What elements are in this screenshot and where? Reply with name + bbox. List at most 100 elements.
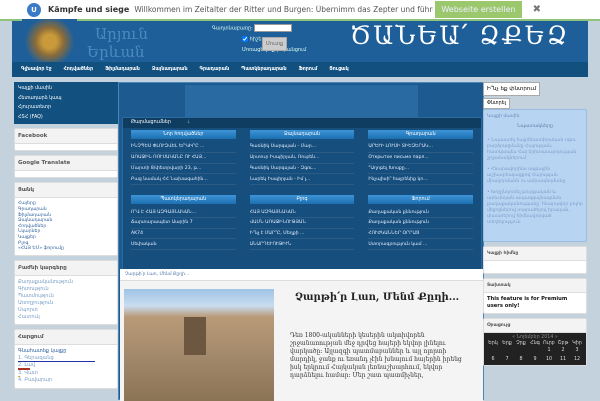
calendar-day[interactable]: 7 <box>500 357 514 362</box>
nav-item[interactable]: Ձայնադարան <box>152 67 188 72</box>
main-nav: Գլխավոր էջ Հոդվածներ Ֆիլմադարան Ձայնադարան Գ… <box>12 62 588 77</box>
banner-area <box>185 85 418 117</box>
update-link[interactable]: Ստորագրություն կամ ... <box>368 239 473 251</box>
category-link[interactable]: Պատմություն <box>18 293 114 300</box>
update-link[interactable]: Գառնիկ Սարգսյան - Մար... <box>249 142 355 153</box>
updates-tab[interactable]: Թարմացումներ ↓ <box>123 118 481 128</box>
facebook-title: Facebook <box>15 129 117 145</box>
column-header[interactable]: Գրադարան <box>368 130 473 139</box>
list-link[interactable]: «ՀԱՅ ԵՄ» ֆորումը <box>18 246 114 252</box>
updates-column: Գրադարան ԱՐԵՒԻ ԼՈՒՍԻ ՏԻԵԶԵՐԱԿ... Открытое … <box>368 130 473 186</box>
column-header[interactable]: Ֆորում <box>368 195 473 205</box>
board-title: Տախտակ <box>484 279 586 293</box>
update-link[interactable]: ԻՆՉՊԵՍ ՓԼՈՒԶՎԵԼ ԵՐԿԻՐԸ ... <box>131 142 236 153</box>
calendar-day[interactable] <box>528 348 542 353</box>
site-header: Արյուն Երևան Գաղտնաբառը: հիշել Մուտք Մոռա… <box>12 19 588 64</box>
category-link[interactable]: Քաղաքականություն <box>18 279 114 286</box>
remember-checkbox[interactable] <box>242 36 248 42</box>
calendar-day[interactable]: 6 <box>486 357 500 362</box>
nav-item[interactable]: Գրադարան <box>200 67 230 72</box>
calendar-day[interactable] <box>500 348 514 353</box>
calendar-weekdays: Երկ Երք Չրք Հնգ Ուրբ Շբթ Կիր <box>486 340 584 347</box>
update-link[interactable]: Ո՞Վ Է ՀԱՅ ԱԶԳԱՅՆԱԿԱՆ... <box>131 207 236 218</box>
calendar-day[interactable]: 8 <box>514 357 528 362</box>
update-link[interactable]: Ճարտարապետ Աարին 7 <box>131 218 236 229</box>
calendar-day[interactable] <box>514 348 528 353</box>
update-link[interactable]: ԱՐԵՒԻ ԼՈՒՍԻ ՏԻԵԶԵՐԱԿ... <box>368 142 473 153</box>
updates-column: Բլոգ ՀԱՅ ԱԶԳԱՅՆԱԿԱՆ ՎԱՄՆ ԱՌԱՋԻՆՈՒԹՅԱՆ Ի՞նչ … <box>249 195 355 251</box>
article-title[interactable]: Չարթի՛ր Լաո, Մենմ Քըղի... <box>282 291 472 305</box>
category-link[interactable]: Առողջություն <box>18 300 114 307</box>
category-link[interactable]: Սպորտ <box>18 307 114 314</box>
breadcrumb[interactable]: Չարթի՛ր Լաո, Մենմ Քըղի... <box>120 269 483 281</box>
remember-label: հիշել <box>249 36 263 43</box>
update-link[interactable]: Սեփական <box>131 239 236 251</box>
category-link[interactable]: Հատուկ <box>18 314 114 321</box>
poll-option[interactable]: 4. Բավարար <box>18 377 114 385</box>
search-input[interactable]: Ի՞նչ եք փնտրում <box>483 82 541 96</box>
poll-option[interactable]: 3. Վատ <box>18 370 114 378</box>
update-link[interactable]: Արտուր Իսպիրյան, Ռուբեն... <box>249 153 355 164</box>
nav-item[interactable]: Հոդվածներ <box>64 67 93 72</box>
premium-notice: This feature is for Premium users only! <box>487 296 568 309</box>
category-link[interactable]: Գիտություն <box>18 286 114 293</box>
update-link[interactable]: Նարեկ Իսպիրյան - Իմ լ... <box>249 174 355 186</box>
board-box: Տախտակ This feature is for Premium users … <box>483 278 587 314</box>
calendar-day[interactable]: 10 <box>542 357 556 362</box>
close-icon[interactable]: ✖ <box>533 4 541 15</box>
update-link[interactable]: ԱՌԱՋԻՆ ՌՈՒՍԱԿԱՆԸ ՈՒ ՀԱՅ... <box>131 153 236 164</box>
update-link[interactable]: ՀԱՅ ԱԶԳԱՅՆԱԿԱՆ <box>249 207 355 218</box>
nav-item[interactable]: Ֆորում <box>299 67 318 72</box>
update-link[interactable]: Քաղաքական քննություն <box>368 218 473 229</box>
list-title: Ցանկ <box>15 183 117 199</box>
site-title: ԾԱՆԵԱ՛ ՁՔԵՁ <box>350 21 570 50</box>
rock-doorway <box>184 317 206 355</box>
calendar-day[interactable]: 1 <box>542 348 556 353</box>
column-header[interactable]: Նոր հոդվածներ <box>131 130 236 139</box>
calendar-day[interactable] <box>486 348 500 353</box>
menu-item[interactable]: Հետադարձ կապ <box>18 94 114 104</box>
update-link[interactable]: Բաց նամակ ՀՀ Նախագահին... <box>131 174 236 186</box>
update-link[interactable]: AK74 <box>131 229 236 240</box>
update-link[interactable]: "Աղոթել Խոսքը... <box>368 164 473 175</box>
article-image[interactable] <box>124 289 274 401</box>
calendar-day[interactable]: 3 <box>570 348 584 353</box>
column-header[interactable]: Բլոգ <box>249 195 355 205</box>
update-link[interactable]: Գառնիկ Սարգսյան - Զգու... <box>249 164 355 175</box>
list-box: Ցանկ Հայերը Գրադարան Ֆիլմադարան Ձայնադարան Հ… <box>14 182 118 256</box>
update-link[interactable]: Ինչպիսի՞ հայրենիք կո... <box>368 174 473 186</box>
ad-message[interactable]: Willkommen im Zeitalter der Ritter und B… <box>134 5 433 14</box>
nav-item[interactable]: Պատկերադարան <box>241 67 286 72</box>
update-link[interactable]: ՀՈՒԺԿԱՆՆԵՐ ՕՐՐԱՑ <box>368 229 473 240</box>
menu-item[interactable]: Կայքի մասին <box>18 84 114 94</box>
calendar-day[interactable]: 12 <box>570 357 584 362</box>
nav-item[interactable]: Գլխավոր էջ <box>21 67 52 72</box>
anthem-box: Կայքի հիմնը <box>483 246 587 274</box>
main-content: Թարմացումներ ↓ Նոր հոդվածներ ԻՆՉՊԵՍ ՓԼՈՒԶ… <box>118 82 484 401</box>
column-header[interactable]: Պատկերադարան <box>131 195 236 205</box>
password-input[interactable] <box>254 24 293 32</box>
update-link[interactable]: Ի՞նչ է ՄԱՐ՞Ը, Մեղքի ... <box>249 229 355 240</box>
update-link[interactable]: Քաղաքական քննություն <box>368 207 473 218</box>
menu-item[interactable]: Հյուրատետր <box>18 103 114 113</box>
calendar-day[interactable]: 2 <box>556 348 570 353</box>
poll-option[interactable]: 2. Լավ <box>18 362 114 370</box>
calendar-day[interactable]: 9 <box>528 357 542 362</box>
nav-item[interactable]: Ցուցակ <box>329 67 348 72</box>
nav-item[interactable]: Ֆիլմադարան <box>105 67 140 72</box>
coat-of-arms-logo[interactable] <box>22 19 77 64</box>
poll-option[interactable]: 1. Գերազանց <box>18 355 114 363</box>
update-link[interactable]: Մարտի 8/փետրվարի 23, թ... <box>131 164 236 175</box>
goals-title: Նպատակները <box>517 124 553 129</box>
update-link[interactable]: Открытое письмо парл... <box>368 153 473 164</box>
calendar-day[interactable]: 11 <box>556 357 570 362</box>
ad-title[interactable]: Kämpfe und siege <box>48 5 129 14</box>
column-header[interactable]: Ձայնադարան <box>249 130 355 139</box>
calendar-week: 6 7 8 9 10 11 12 <box>486 356 584 363</box>
ad-cta-button[interactable]: Webseite erstellen <box>435 1 522 18</box>
search-tab[interactable]: Փնտրել <box>483 98 510 109</box>
update-link[interactable]: ՎԱՄՆ ԱՌԱՋԻՆՈՒԹՅԱՆ <box>249 218 355 229</box>
menu-item[interactable]: ՀՏՀ (FAQ) <box>18 113 114 123</box>
login-button[interactable]: Մուտք <box>262 37 288 51</box>
update-link[interactable]: ԱՆԱՐԴԵՒՈՒԹԻՒՆ <box>249 239 355 251</box>
